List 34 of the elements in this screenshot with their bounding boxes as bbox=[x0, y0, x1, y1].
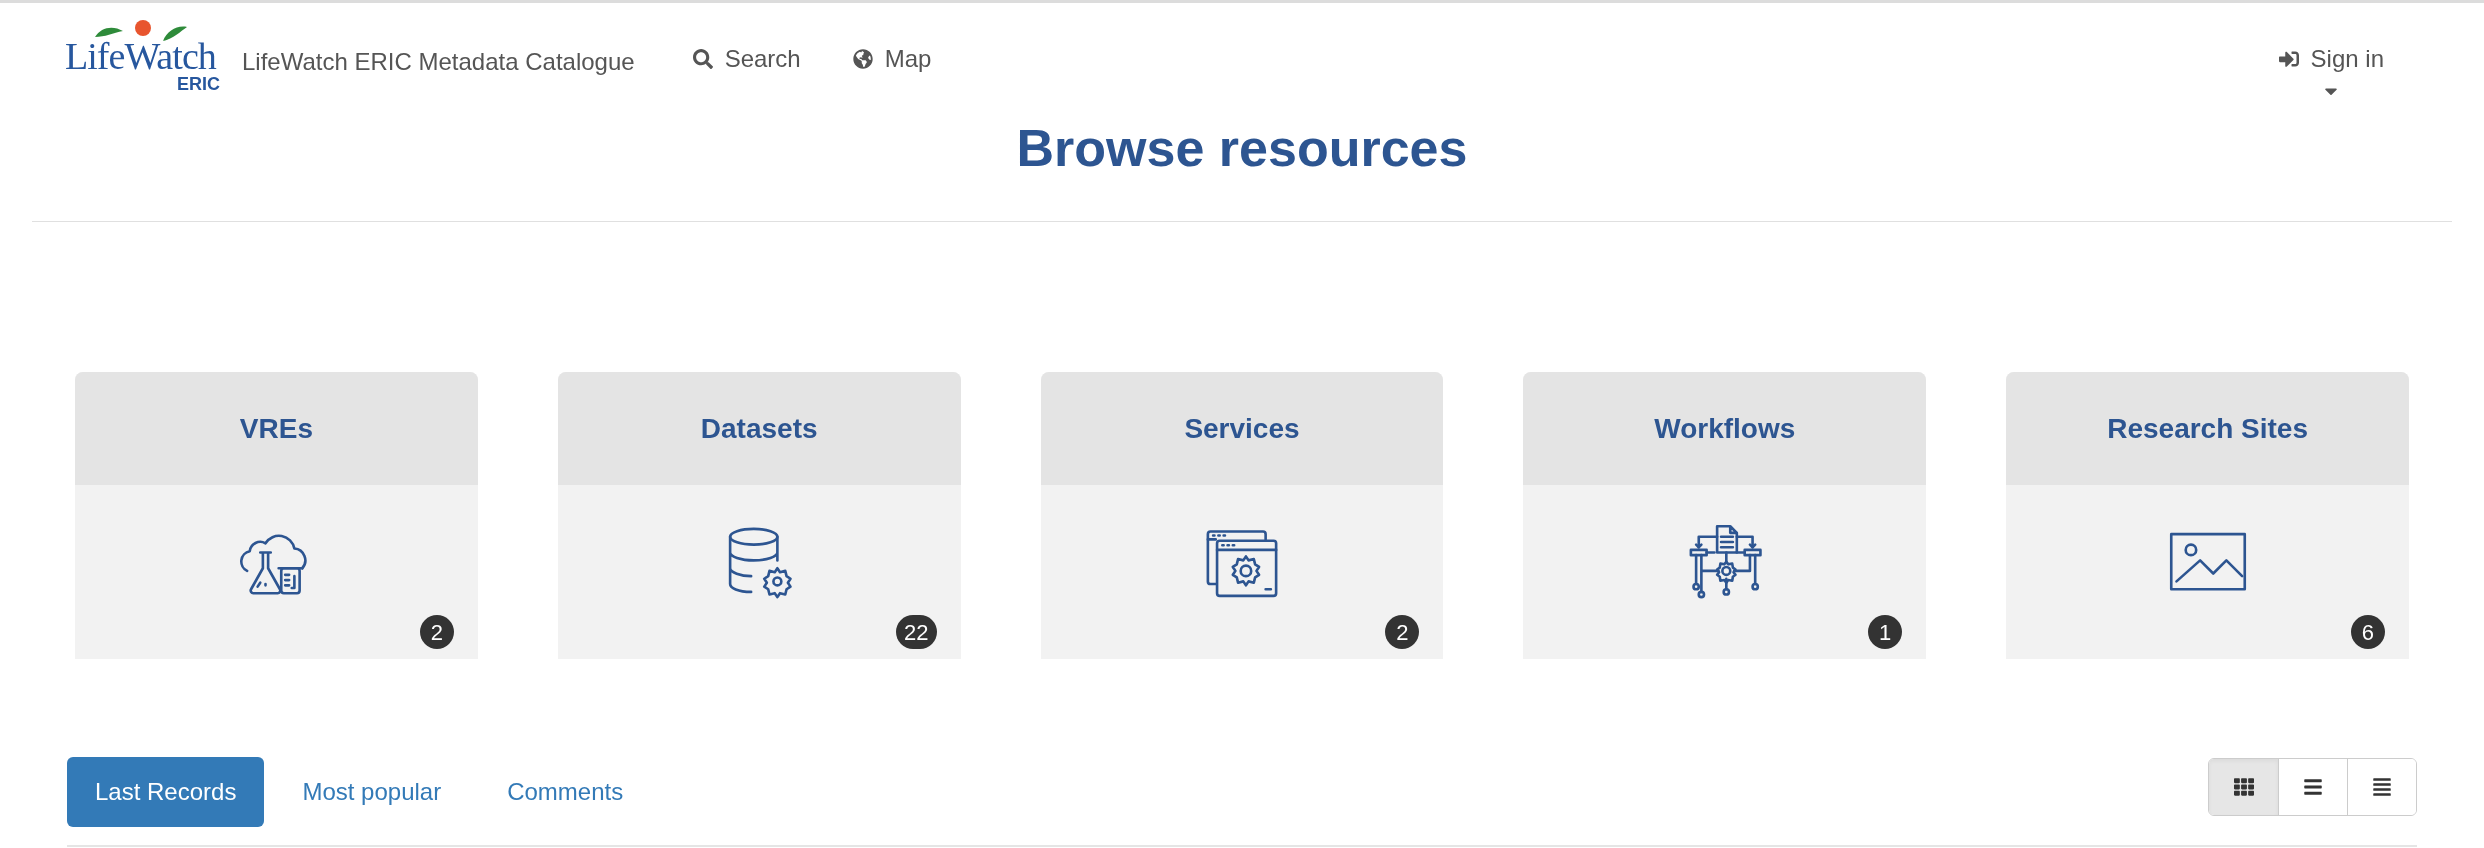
category-card[interactable]: Research Sites 6 bbox=[2006, 372, 2409, 659]
table-icon bbox=[2372, 777, 2392, 797]
view-toggle[interactable] bbox=[2347, 759, 2416, 815]
page-title: Browse resources bbox=[1016, 118, 1468, 179]
category-card[interactable]: Services 2 bbox=[1040, 372, 1444, 659]
globe-icon bbox=[852, 49, 873, 69]
count-badge: 6 bbox=[2351, 615, 2385, 649]
sign-in-link[interactable]: Sign in bbox=[2278, 41, 2384, 77]
category-title: Workflows bbox=[1654, 411, 1796, 446]
view-toggle[interactable] bbox=[2209, 759, 2278, 815]
site-title: LifeWatch ERIC Metadata Catalogue bbox=[242, 47, 635, 77]
nav-link[interactable]: Search bbox=[692, 41, 801, 77]
search-icon bbox=[692, 49, 713, 69]
category-title: VREs bbox=[239, 411, 313, 446]
count-badge: 2 bbox=[419, 615, 454, 649]
nav-link[interactable]: Map bbox=[852, 41, 932, 77]
count-badge: 22 bbox=[896, 615, 937, 649]
logo-wordmark: LifeWatch bbox=[65, 37, 216, 75]
logo-subtitle: ERIC bbox=[177, 75, 220, 93]
tab[interactable]: Last Records bbox=[67, 757, 265, 827]
grid-icon bbox=[2233, 777, 2254, 797]
count-badge: 2 bbox=[1385, 615, 1420, 649]
tab[interactable]: Most popular bbox=[274, 757, 470, 827]
sign-in-icon bbox=[2278, 49, 2299, 69]
category-card[interactable]: Datasets 22 bbox=[557, 372, 961, 659]
tab[interactable]: Comments bbox=[479, 757, 652, 827]
count-badge: 1 bbox=[1868, 615, 1903, 649]
list-icon bbox=[2303, 777, 2323, 797]
category-card[interactable]: Workflows 1 bbox=[1523, 372, 1927, 659]
category-title: Datasets bbox=[700, 411, 818, 446]
category-title: Research Sites bbox=[2107, 411, 2308, 446]
logo[interactable]: LifeWatch ERIC bbox=[65, 19, 220, 93]
category-title: Services bbox=[1184, 411, 1300, 446]
category-card[interactable]: VREs 2 bbox=[75, 372, 478, 659]
